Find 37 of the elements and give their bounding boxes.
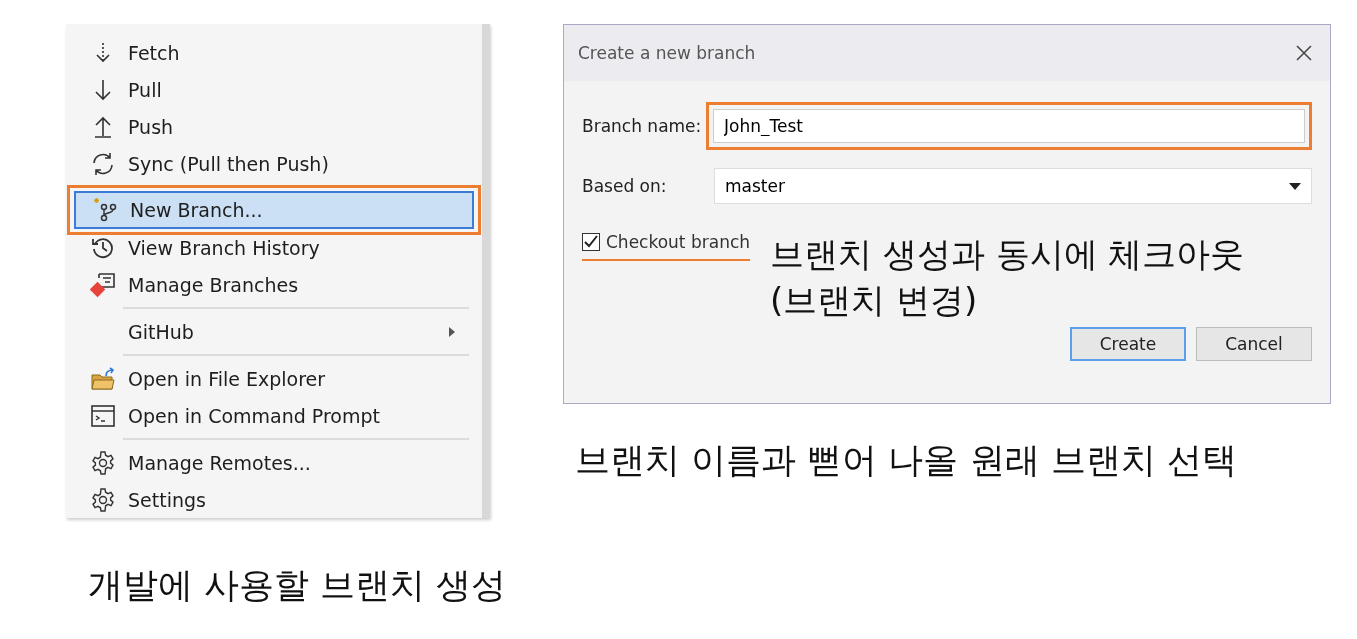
caret-icon <box>1289 182 1301 190</box>
menu-item[interactable]: Open in File Explorer <box>72 363 476 394</box>
settings-icon <box>91 450 115 475</box>
menu-item[interactable]: Push <box>72 111 476 142</box>
dialog-button[interactable]: Create <box>1070 327 1186 361</box>
submenu-arrow-icon <box>448 325 456 338</box>
folder-icon <box>90 366 116 391</box>
branches-box-icon <box>90 271 116 298</box>
menu-item[interactable]: Open in Command Prompt <box>72 400 476 431</box>
history-clock-icon <box>91 235 115 260</box>
menu-item[interactable]: Manage Branches <box>72 269 476 300</box>
menu-item[interactable]: Pull <box>72 74 476 105</box>
menu-item[interactable]: New Branch... <box>74 191 474 229</box>
sync-icon <box>91 151 115 176</box>
down-arrow-icon <box>93 78 113 101</box>
caption: 개발에 사용할 브랜치 생성 <box>88 564 507 607</box>
menu-item[interactable]: Fetch <box>72 37 476 68</box>
field-label: Based on: <box>582 176 668 196</box>
caption: 브랜치 이름과 뻗어 나올 원래 브랜치 선택 <box>575 439 1237 482</box>
checkout-checkbox[interactable]: Checkout branch <box>582 225 751 261</box>
terminal-icon <box>91 404 115 427</box>
menu-item[interactable]: View Branch History <box>72 232 476 263</box>
up-arrow-icon <box>93 115 113 138</box>
dialog-title: Create a new branch <box>578 43 756 63</box>
annotation-text: 브랜치 생성과 동시에 체크아웃 <box>770 233 1245 276</box>
new-branch-icon <box>92 197 118 223</box>
menu-item[interactable]: GitHub <box>72 316 476 347</box>
menu-item[interactable]: Manage Remotes... <box>72 447 476 478</box>
dialog-button[interactable]: Cancel <box>1196 327 1312 361</box>
settings-icon <box>91 487 115 512</box>
menu-item[interactable]: Sync (Pull then Push) <box>72 148 476 179</box>
field-label: Branch name: <box>582 116 703 136</box>
menu-item[interactable]: Settings <box>72 484 476 515</box>
branch-dropdown[interactable]: master <box>714 168 1312 204</box>
checkmark-icon <box>583 234 599 250</box>
dotted-down-arrow-icon <box>93 41 113 64</box>
annotation-text: (브랜치 변경) <box>770 279 979 322</box>
